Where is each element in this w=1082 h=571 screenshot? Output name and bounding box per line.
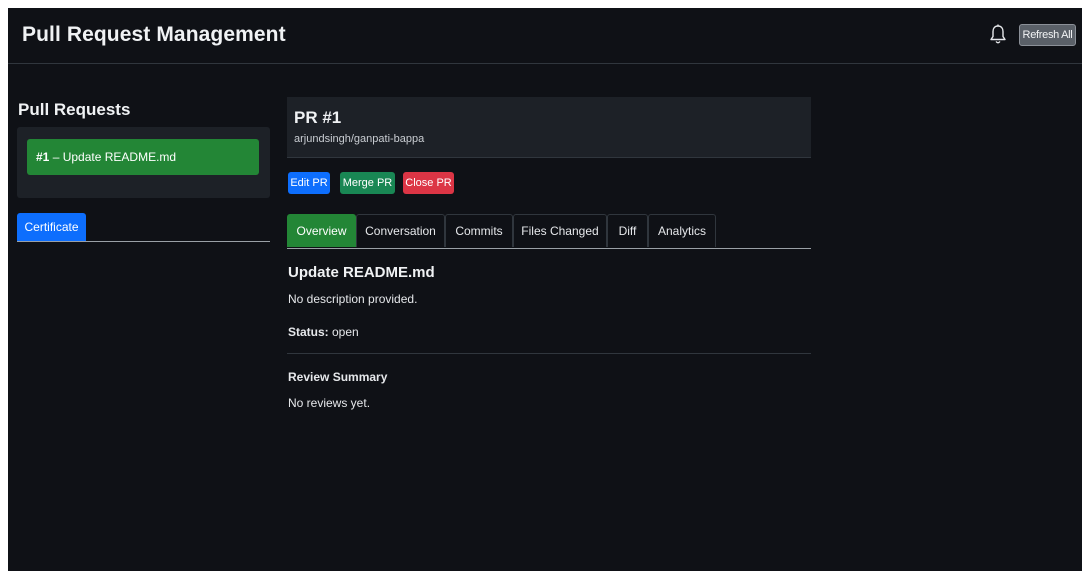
- tab-files-changed[interactable]: Files Changed: [513, 214, 607, 247]
- tab-certificate[interactable]: Certificate: [17, 213, 86, 241]
- overview-divider: [287, 353, 811, 354]
- sidebar-tabs: Certificate: [17, 213, 270, 242]
- bell-icon[interactable]: [988, 24, 1008, 46]
- tab-analytics[interactable]: Analytics: [648, 214, 716, 247]
- pr-item-separator: –: [49, 150, 63, 164]
- pr-list-item[interactable]: #1 – Update README.md: [27, 139, 259, 175]
- tab-diff[interactable]: Diff: [607, 214, 648, 247]
- merge-pr-button[interactable]: Merge PR: [340, 172, 395, 194]
- overview-status: Status: open: [288, 325, 359, 339]
- pr-list: #1 – Update README.md: [17, 127, 270, 198]
- tab-commits[interactable]: Commits: [445, 214, 513, 247]
- refresh-all-button[interactable]: Refresh All: [1019, 24, 1076, 46]
- status-value: open: [328, 325, 359, 339]
- pr-header: PR #1 arjundsingh/ganpati-bappa: [287, 97, 811, 158]
- app-header: Pull Request Management Refresh All: [8, 8, 1082, 64]
- pr-repo: arjundsingh/ganpati-bappa: [294, 133, 425, 145]
- tab-overview[interactable]: Overview: [287, 214, 356, 247]
- page-title: Pull Request Management: [22, 23, 286, 46]
- overview-description: No description provided.: [288, 292, 418, 306]
- app-window: Pull Request Management Refresh All Pull…: [8, 8, 1082, 571]
- overview-title: Update README.md: [288, 264, 435, 281]
- pr-item-number: #1: [36, 150, 50, 164]
- tab-conversation[interactable]: Conversation: [356, 214, 445, 247]
- sidebar-title: Pull Requests: [18, 100, 131, 119]
- pr-title: PR #1: [294, 108, 342, 127]
- edit-pr-button[interactable]: Edit PR: [288, 172, 330, 194]
- review-summary-title: Review Summary: [288, 370, 388, 384]
- review-summary-text: No reviews yet.: [288, 396, 371, 410]
- pr-item-title: Update README.md: [62, 150, 177, 164]
- close-pr-button[interactable]: Close PR: [403, 172, 454, 194]
- status-label: Status:: [288, 325, 329, 339]
- pr-tabs: Overview Conversation Commits Files Chan…: [287, 214, 811, 249]
